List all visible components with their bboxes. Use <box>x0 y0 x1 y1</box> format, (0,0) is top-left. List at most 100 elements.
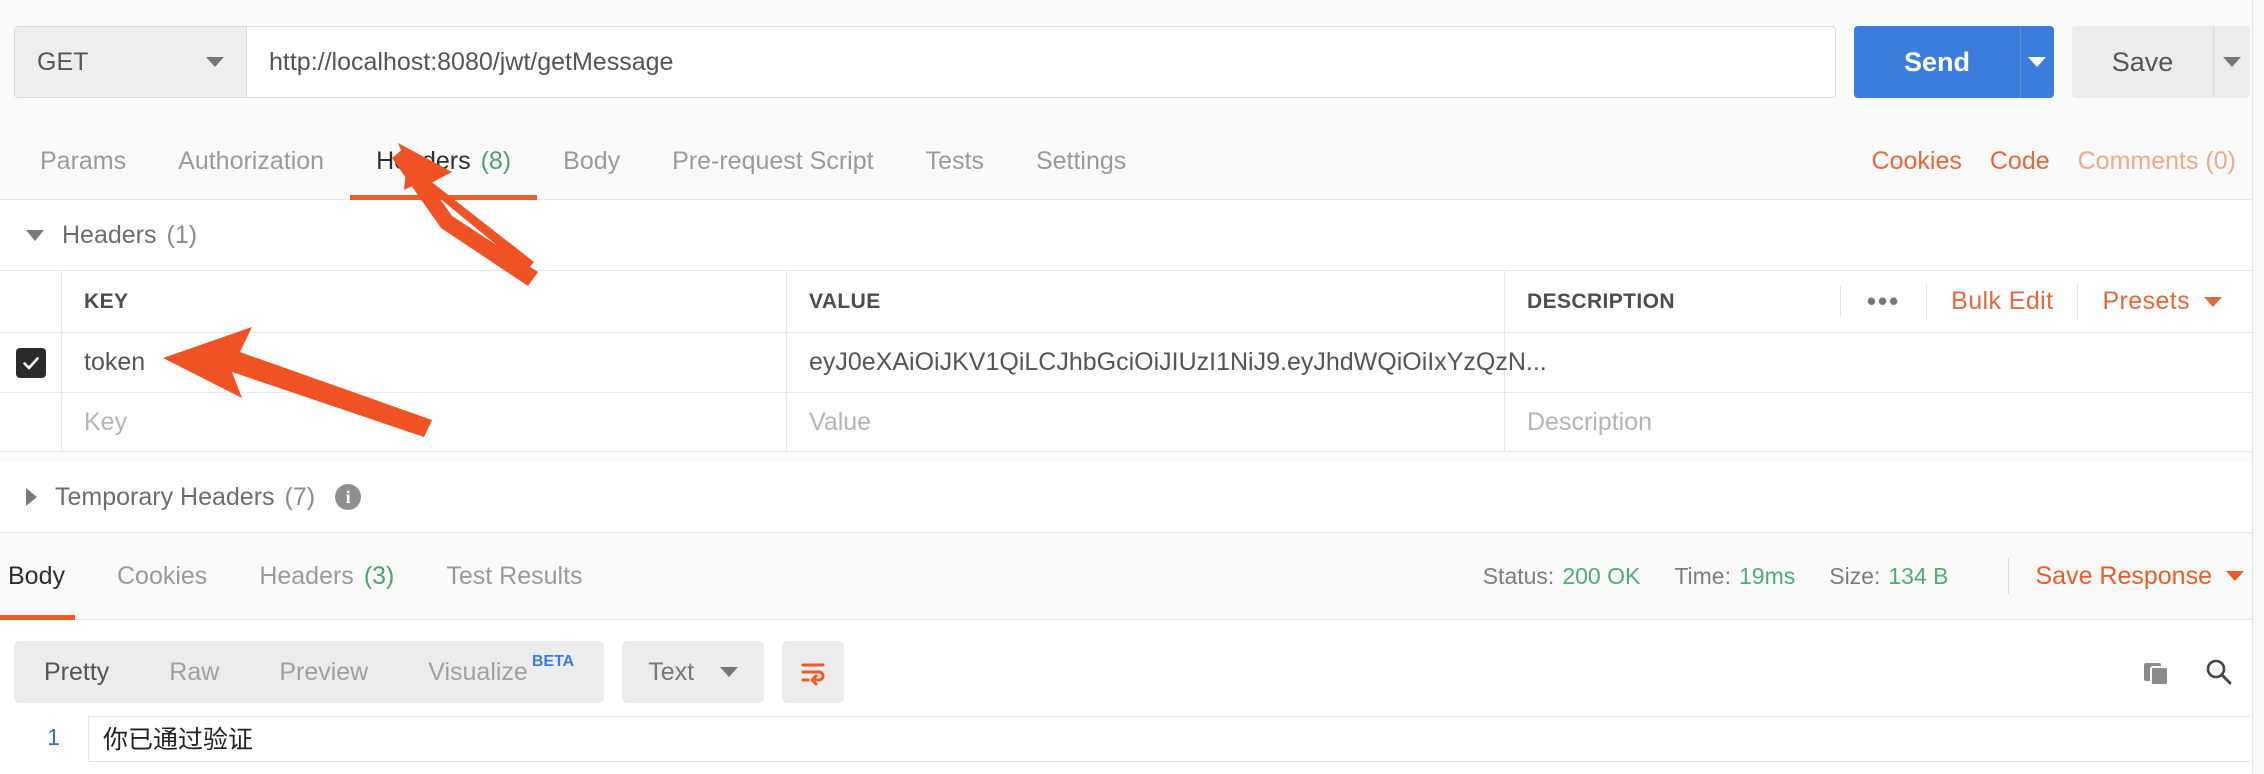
temporary-headers-count: (7) <box>284 482 316 511</box>
headers-table-tools: ••• Bulk Edit Presets <box>1839 271 2264 332</box>
send-button[interactable]: Send <box>1854 26 2021 98</box>
response-meta: Status: 200 OK Time: 19ms Size: 134 B <box>1483 563 1983 590</box>
http-method-select[interactable]: GET <box>15 27 247 97</box>
column-header-description: DESCRIPTION ••• Bulk Edit Presets <box>1505 271 2264 332</box>
view-mode-visualize[interactable]: Visualize BETA <box>398 641 604 703</box>
send-options-button[interactable] <box>2020 26 2054 98</box>
tab-body[interactable]: Body <box>537 124 646 200</box>
response-tab-test-results[interactable]: Test Results <box>420 532 608 620</box>
save-button-group: Save <box>2071 26 2250 98</box>
row-value-input[interactable]: eyJ0eXAiOiJKV1QiLCJhbGciOiJIUzI1NiJ9.eyJ… <box>787 333 1547 392</box>
cookies-link[interactable]: Cookies <box>1858 147 1976 176</box>
new-key-input[interactable]: Key <box>62 393 787 451</box>
view-mode-label: Preview <box>279 657 369 686</box>
response-viewer-toolbar: Pretty Raw Preview Visualize BETA Text <box>0 620 2264 724</box>
column-header-value: VALUE <box>787 271 1505 332</box>
response-tab-headers[interactable]: Headers (3) <box>233 532 420 620</box>
response-body-area: 1 你已通过验证 <box>0 710 2264 774</box>
response-format-value: Text <box>648 657 695 686</box>
save-button[interactable]: Save <box>2071 26 2214 98</box>
response-tab-cookies[interactable]: Cookies <box>91 532 233 620</box>
chevron-down-icon <box>2223 57 2242 67</box>
chevron-down-icon <box>720 667 739 677</box>
tab-label: Test Results <box>446 561 583 590</box>
presets-label: Presets <box>2102 287 2190 315</box>
code-link[interactable]: Code <box>1976 147 2064 176</box>
time-label: Time: <box>1674 562 1731 589</box>
http-method-value: GET <box>37 47 89 76</box>
line-number: 1 <box>47 724 60 750</box>
chevron-down-icon <box>2028 57 2047 67</box>
tab-pre-request-script[interactable]: Pre-request Script <box>646 124 899 200</box>
triangle-right-icon <box>26 488 37 506</box>
bulk-edit-button[interactable]: Bulk Edit <box>1926 283 2077 320</box>
tab-label: Body <box>563 147 621 175</box>
presets-button[interactable]: Presets <box>2077 283 2246 320</box>
tab-params[interactable]: Params <box>14 124 152 200</box>
chevron-down-icon <box>206 57 224 67</box>
new-description-input[interactable]: Description <box>1505 393 2264 451</box>
request-url-value: http://localhost:8080/jwt/getMessage <box>269 47 674 76</box>
request-url-input[interactable]: http://localhost:8080/jwt/getMessage <box>247 27 1835 97</box>
method-url-group: GET http://localhost:8080/jwt/getMessage <box>14 26 1836 98</box>
row-description-input[interactable] <box>1505 333 2264 392</box>
row-enabled-checkbox[interactable] <box>15 347 46 378</box>
tab-label: Settings <box>1035 147 1127 175</box>
row-value-text: eyJ0eXAiOiJKV1QiLCJhbGciOiJIUzI1NiJ9.eyJ… <box>809 348 1547 376</box>
wrap-lines-button[interactable] <box>782 641 845 703</box>
temporary-headers-title: Temporary Headers <box>55 482 275 511</box>
url-bar: GET http://localhost:8080/jwt/getMessage… <box>0 0 2264 124</box>
copy-icon <box>2144 663 2169 686</box>
headers-section-toggle[interactable]: Headers (1) <box>0 200 2264 270</box>
table-row-empty: Key Value Description <box>0 392 2264 452</box>
save-response-button[interactable]: Save Response <box>2035 562 2264 591</box>
view-mode-raw[interactable]: Raw <box>139 641 249 703</box>
column-header-description-label: DESCRIPTION <box>1527 289 1675 313</box>
new-key-placeholder: Key <box>84 407 128 436</box>
row-checkbox-cell <box>0 333 62 392</box>
response-body-text[interactable]: 你已通过验证 <box>88 716 2250 762</box>
temporary-headers-toggle[interactable]: Temporary Headers (7) i <box>0 462 2264 532</box>
view-mode-label: Visualize <box>428 657 528 686</box>
row-key-input[interactable]: token <box>62 333 787 392</box>
tab-tests[interactable]: Tests <box>900 124 1010 200</box>
response-tab-body[interactable]: Body <box>0 532 91 620</box>
headers-section-count: (1) <box>166 220 198 249</box>
time-value: 19ms <box>1738 562 1796 589</box>
comments-link[interactable]: Comments (0) <box>2064 147 2250 176</box>
triangle-down-icon <box>26 229 44 241</box>
info-icon[interactable]: i <box>335 484 362 510</box>
new-value-placeholder: Value <box>809 407 872 436</box>
send-button-group: Send <box>1854 26 2054 98</box>
tab-label: Cookies <box>116 561 208 590</box>
save-response-label: Save Response <box>2035 561 2212 590</box>
table-row: token eyJ0eXAiOiJKV1QiLCJhbGciOiJIUzI1Ni… <box>0 332 2264 392</box>
tab-label: Headers <box>376 147 471 175</box>
headers-table: KEY VALUE DESCRIPTION ••• Bulk Edit Pres… <box>0 270 2264 452</box>
beta-badge: BETA <box>531 653 575 670</box>
response-format-select[interactable]: Text <box>622 641 765 703</box>
search-icon <box>2206 659 2232 685</box>
more-options-icon[interactable]: ••• <box>1839 286 1926 317</box>
row-checkbox-cell-empty <box>0 393 62 451</box>
tab-authorization[interactable]: Authorization <box>152 124 350 200</box>
tab-settings[interactable]: Settings <box>1010 124 1152 200</box>
tab-count: (3) <box>363 561 395 590</box>
postman-request-response-panel: GET http://localhost:8080/jwt/getMessage… <box>0 0 2264 774</box>
viewer-right-icons <box>2140 656 2250 688</box>
divider <box>2008 558 2010 594</box>
tab-headers[interactable]: Headers (8) <box>350 124 538 200</box>
view-mode-pretty[interactable]: Pretty <box>14 641 139 703</box>
row-key-value: token <box>84 348 146 376</box>
tab-label: Authorization <box>178 147 325 175</box>
vertical-scrollbar[interactable] <box>2252 0 2264 774</box>
search-button[interactable] <box>2202 656 2234 688</box>
chevron-down-icon <box>2226 571 2244 581</box>
new-value-input[interactable]: Value <box>787 393 1505 451</box>
size-value: 134 B <box>1888 562 1949 589</box>
view-mode-preview[interactable]: Preview <box>249 641 398 703</box>
tab-label: Headers <box>259 561 354 590</box>
save-options-button[interactable] <box>2213 26 2250 98</box>
view-mode-label: Raw <box>169 657 220 686</box>
copy-button[interactable] <box>2140 656 2172 688</box>
